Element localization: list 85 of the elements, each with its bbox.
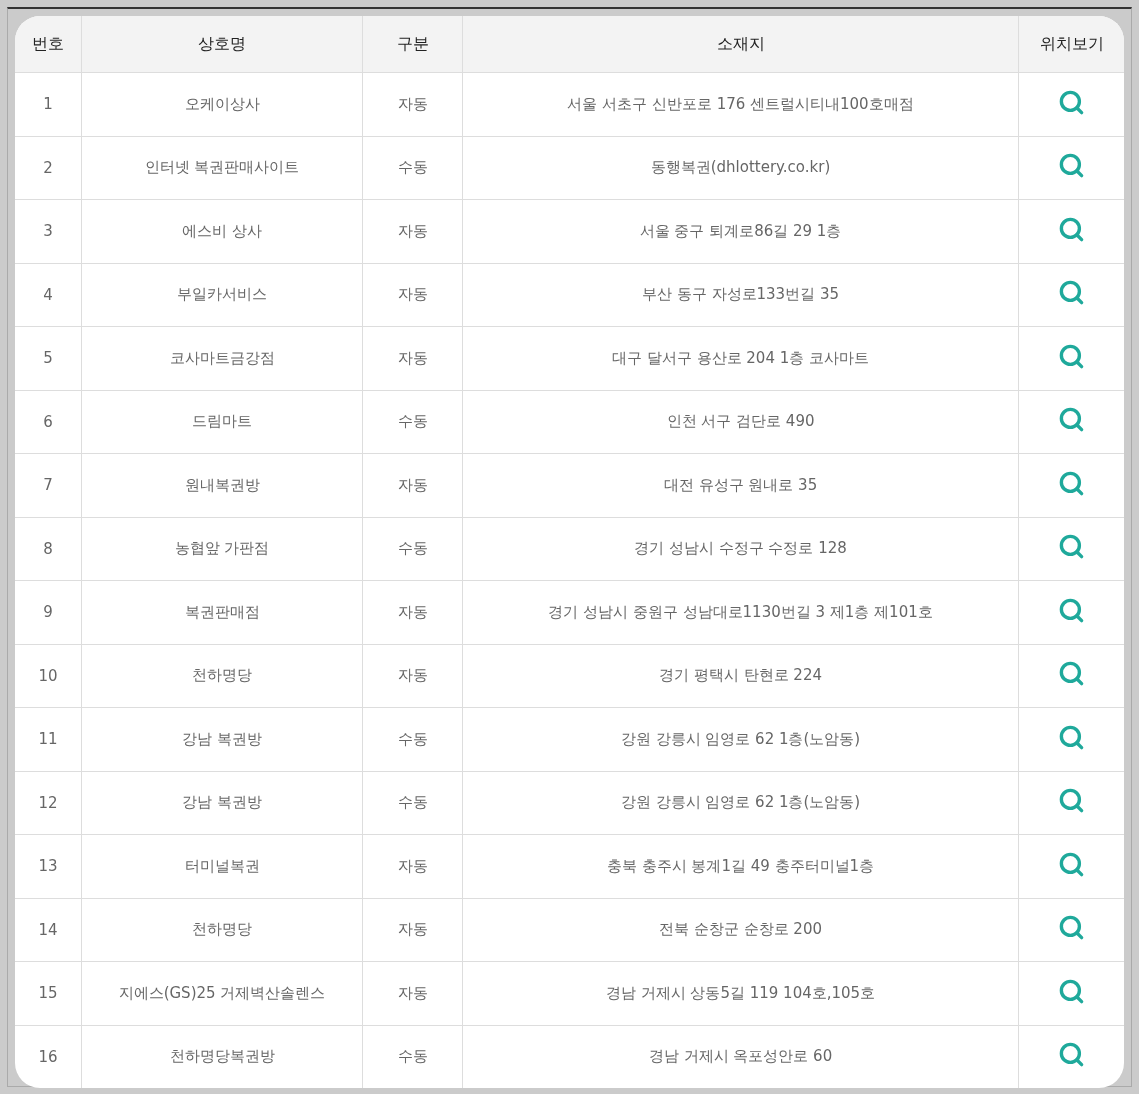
table-cell: 수동 [363,136,463,200]
table-cell: 6 [15,390,82,454]
table-cell: 자동 [363,327,463,391]
table-cell: 경기 평택시 탄현로 224 [463,644,1019,708]
table-cell: 대구 달서구 용산로 204 1층 코사마트 [463,327,1019,391]
column-header: 소재지 [463,16,1019,73]
table-cell: 10 [15,644,82,708]
table-cell: 동행복권(dhlottery.co.kr) [463,136,1019,200]
table-cell: 자동 [363,73,463,137]
table-cell: 부일카서비스 [82,263,363,327]
table-cell: 5 [15,327,82,391]
table-cell: 8 [15,517,82,581]
table-cell: 드림마트 [82,390,363,454]
table-cell: 자동 [363,898,463,962]
table-cell: 13 [15,835,82,899]
table-cell: 1 [15,73,82,137]
table-cell: 수동 [363,517,463,581]
search-icon[interactable] [1058,660,1085,688]
table-cell: 자동 [363,263,463,327]
table-cell: 12 [15,771,82,835]
table-cell: 4 [15,263,82,327]
table-cell: 전북 순창군 순창로 200 [463,898,1019,962]
table-cell: 인터넷 복권판매사이트 [82,136,363,200]
search-icon[interactable] [1058,533,1085,561]
table-cell: 강원 강릉시 임영로 62 1층(노암동) [463,708,1019,772]
table-cell: 7 [15,454,82,518]
table-cell: 자동 [363,962,463,1026]
table-cell: 서울 중구 퇴계로86길 29 1층 [463,200,1019,264]
table-cell: 서울 서초구 신반포로 176 센트럴시티내100호매점 [463,73,1019,137]
table-cell: 2 [15,136,82,200]
table-cell: 농협앞 가판점 [82,517,363,581]
table-cell: 천하명당 [82,644,363,708]
search-icon[interactable] [1058,1041,1085,1069]
column-header: 번호 [15,16,82,73]
search-icon[interactable] [1058,215,1085,243]
table-cell: 자동 [363,454,463,518]
table-cell: 에스비 상사 [82,200,363,264]
table-cell: 강남 복권방 [82,708,363,772]
search-icon[interactable] [1058,469,1085,497]
search-icon[interactable] [1058,914,1085,942]
search-icon[interactable] [1058,152,1085,180]
table-cell: 자동 [363,835,463,899]
table-cell: 경남 거제시 상동5길 119 104호,105호 [463,962,1019,1026]
table-cell: 천하명당 [82,898,363,962]
table-cell: 수동 [363,1025,463,1088]
table-cell: 부산 동구 자성로133번길 35 [463,263,1019,327]
table-cell: 자동 [363,200,463,264]
table-cell: 15 [15,962,82,1026]
table-cell: 3 [15,200,82,264]
table-cell: 천하명당복권방 [82,1025,363,1088]
column-header: 구분 [363,16,463,73]
table-cell: 대전 유성구 원내로 35 [463,454,1019,518]
table-cell: 경기 성남시 수정구 수정로 128 [463,517,1019,581]
search-icon[interactable] [1058,723,1085,751]
table-cell: 인천 서구 검단로 490 [463,390,1019,454]
table-cell: 터미널복권 [82,835,363,899]
table-cell: 수동 [363,390,463,454]
table-cell: 경기 성남시 중원구 성남대로1130번길 3 제1층 제101호 [463,581,1019,645]
search-icon[interactable] [1058,787,1085,815]
table-cell: 자동 [363,581,463,645]
table-cell: 수동 [363,771,463,835]
table-cell: 14 [15,898,82,962]
table-cell: 지에스(GS)25 거제벽산솔렌스 [82,962,363,1026]
table-cell: 복권판매점 [82,581,363,645]
table-cell: 강원 강릉시 임영로 62 1층(노암동) [463,771,1019,835]
table-cell: 16 [15,1025,82,1088]
search-icon[interactable] [1058,342,1085,370]
table-cell: 11 [15,708,82,772]
table-cell: 오케이상사 [82,73,363,137]
search-icon[interactable] [1058,977,1085,1005]
search-icon[interactable] [1058,406,1085,434]
search-icon[interactable] [1058,596,1085,624]
table-cell: 수동 [363,708,463,772]
table-cell: 충북 충주시 봉계1길 49 충주터미널1층 [463,835,1019,899]
table-cell: 원내복권방 [82,454,363,518]
table-cell: 강남 복권방 [82,771,363,835]
table-cell: 자동 [363,644,463,708]
search-icon[interactable] [1058,850,1085,878]
table-cell: 코사마트금강점 [82,327,363,391]
column-header: 위치보기 [1019,16,1124,73]
search-icon[interactable] [1058,88,1085,116]
search-icon[interactable] [1058,279,1085,307]
column-header: 상호명 [82,16,363,73]
table-cell: 9 [15,581,82,645]
table-cell: 경남 거제시 옥포성안로 60 [463,1025,1019,1088]
